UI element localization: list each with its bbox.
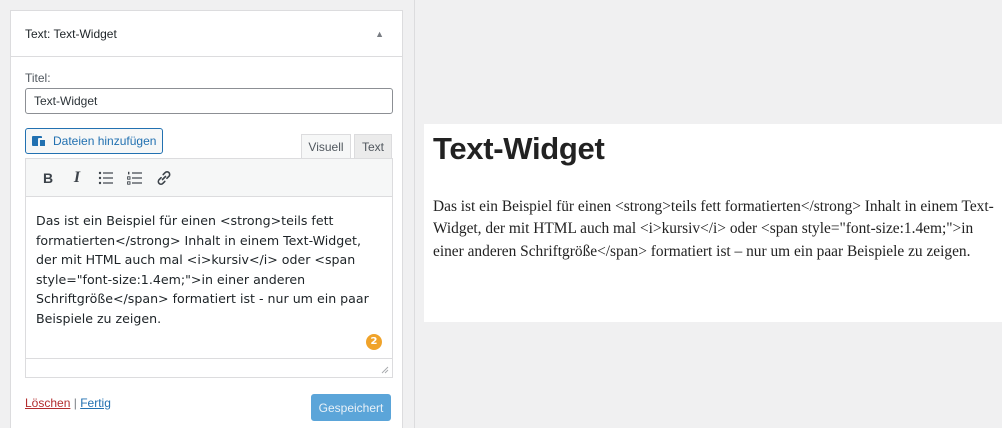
numbered-list-button[interactable] xyxy=(123,166,147,190)
bold-button[interactable]: B xyxy=(36,166,60,190)
footer-links: Löschen | Fertig xyxy=(25,396,111,410)
widget-preview: Text-Widget Das ist ein Beispiel für ein… xyxy=(424,124,1002,322)
title-input-value: Text-Widget xyxy=(34,94,98,108)
editor-statusbar xyxy=(26,359,392,377)
panel-divider xyxy=(414,0,415,428)
link-icon xyxy=(157,170,171,185)
editor-content-area[interactable]: Das ist ein Beispiel für einen <strong>t… xyxy=(26,197,392,359)
widget-header[interactable]: Text: Text-Widget ▲ xyxy=(11,11,402,57)
footer-separator: | xyxy=(73,396,77,410)
italic-button[interactable]: I xyxy=(65,166,89,190)
tab-visual-label: Visuell xyxy=(308,139,344,154)
tab-visual[interactable]: Visuell xyxy=(301,134,351,158)
add-media-button[interactable]: Dateien hinzufügen xyxy=(25,128,164,154)
add-media-button-label: Dateien hinzufügen xyxy=(53,134,157,148)
editor-box: B I Das ist ein Beispiel für einen <stro… xyxy=(25,158,393,378)
text-widget-panel: Text: Text-Widget ▲ Titel: Text-Widget D… xyxy=(10,10,403,428)
save-button[interactable]: Gespeichert xyxy=(311,394,391,421)
widget-header-title: Text: Text-Widget xyxy=(25,26,117,41)
title-label: Titel: xyxy=(25,71,51,85)
triangle-up-icon[interactable]: ▲ xyxy=(375,29,384,39)
bullet-list-icon xyxy=(98,171,113,184)
notification-badge[interactable]: 2 xyxy=(366,334,382,350)
italic-glyph: I xyxy=(73,168,81,186)
tab-text[interactable]: Text xyxy=(354,134,392,158)
bullet-list-button[interactable] xyxy=(94,166,118,190)
title-input[interactable]: Text-Widget xyxy=(25,88,393,114)
editor-toolbar: B I xyxy=(26,159,392,197)
numbered-list-icon xyxy=(127,171,142,185)
tab-text-label: Text xyxy=(361,139,384,154)
resize-grip-icon[interactable] xyxy=(381,366,389,374)
delete-link[interactable]: Löschen xyxy=(25,396,70,410)
widget-footer: Löschen | Fertig Gespeichert xyxy=(25,393,391,421)
preview-body: Das ist ein Beispiel für einen <strong>t… xyxy=(433,198,994,260)
media-icon xyxy=(32,134,48,148)
preview-title: Text-Widget xyxy=(433,131,605,166)
editor-tools: Dateien hinzufügen Visuell Text xyxy=(25,128,392,158)
widget-inside: Titel: Text-Widget Dateien hinzufügen Vi… xyxy=(11,57,402,378)
bold-glyph: B xyxy=(42,169,54,186)
done-link[interactable]: Fertig xyxy=(80,396,111,410)
link-button[interactable] xyxy=(152,166,176,190)
editor-content-text: Das ist ein Beispiel für einen <strong>t… xyxy=(36,213,369,326)
